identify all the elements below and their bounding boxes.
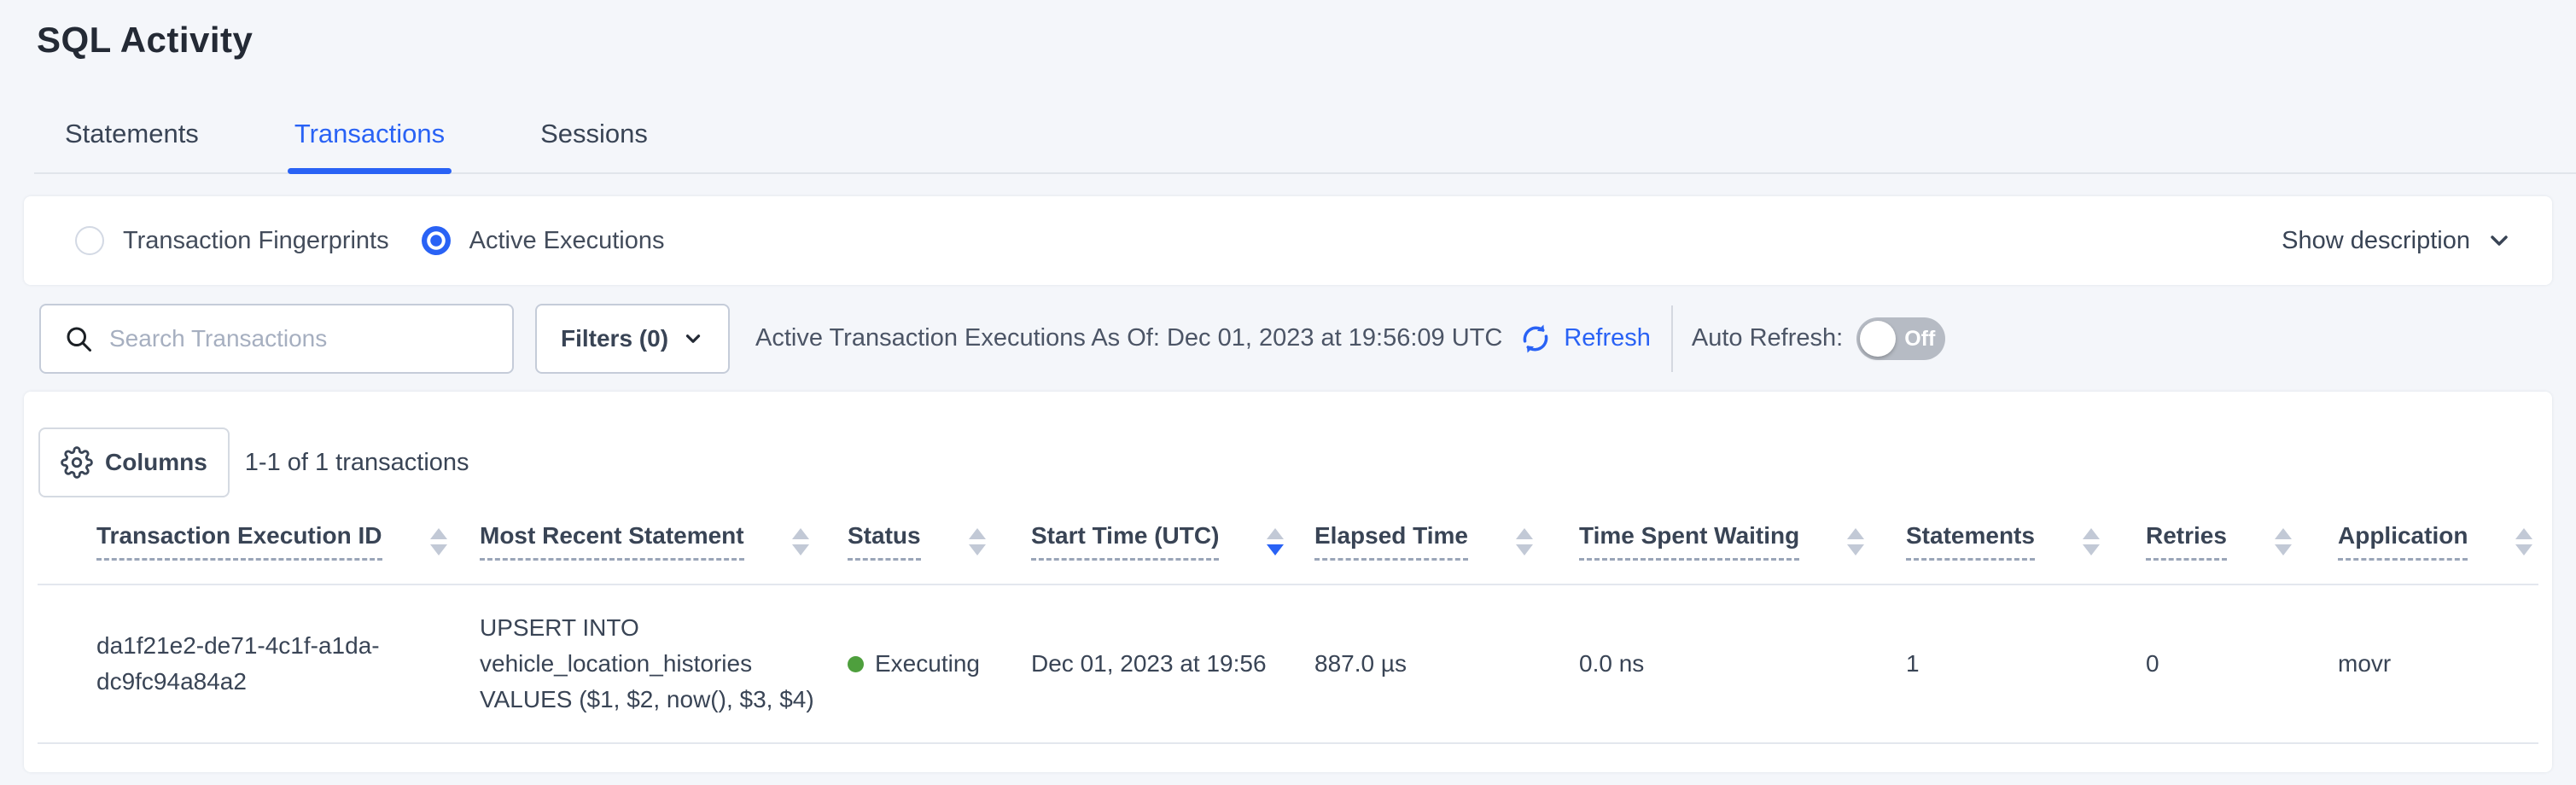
header-elapsed-time[interactable]: Elapsed Time [1314,499,1579,584]
header-transaction-execution-id[interactable]: Transaction Execution ID [38,499,480,584]
auto-refresh-label: Auto Refresh: [1692,324,1843,352]
show-description-toggle[interactable]: Show description [2282,227,2513,255]
results-count: 1-1 of 1 transactions [245,449,469,477]
radio-selected-icon [422,226,451,255]
columns-button[interactable]: Columns [38,427,230,497]
sort-icon[interactable] [1516,528,1533,555]
tab-sessions[interactable]: Sessions [540,118,648,172]
cell-transaction-execution-id: da1f21e2-de71-4c1f-a1da-dc9fc94a84a2 [38,584,480,743]
sort-icon[interactable] [1847,528,1864,555]
tab-statements[interactable]: Statements [65,118,199,172]
cell-statements: 1 [1906,584,2146,743]
cell-start-time: Dec 01, 2023 at 19:56 [1031,584,1314,743]
table-header-row: Transaction Execution ID Most Recent Sta… [38,499,2538,584]
header-status[interactable]: Status [848,499,1031,584]
sort-icon-active-desc[interactable] [1267,528,1284,555]
header-retries[interactable]: Retries [2146,499,2338,584]
columns-button-label: Columns [105,449,207,476]
sort-icon[interactable] [792,528,809,555]
sort-icon[interactable] [969,528,986,555]
search-icon [63,323,94,354]
toolbar: Filters (0) Active Transaction Execution… [0,285,2576,392]
radio-active-executions[interactable]: Active Executions [422,226,665,255]
header-start-time[interactable]: Start Time (UTC) [1031,499,1314,584]
radio-label: Transaction Fingerprints [123,227,389,255]
header-most-recent-statement[interactable]: Most Recent Statement [480,499,848,584]
gear-icon [61,446,93,479]
header-application[interactable]: Application [2338,499,2538,584]
status-executing-dot [848,656,864,672]
search-box [39,304,514,374]
table-row[interactable]: da1f21e2-de71-4c1f-a1da-dc9fc94a84a2 UPS… [38,584,2538,743]
radio-transaction-fingerprints[interactable]: Transaction Fingerprints [75,226,389,255]
page-title: SQL Activity [37,19,2576,61]
cell-application: movr [2338,584,2538,743]
sort-icon[interactable] [2275,528,2292,555]
radio-label: Active Executions [469,227,665,255]
view-selector-panel: Transaction Fingerprints Active Executio… [24,196,2552,285]
cell-retries: 0 [2146,584,2338,743]
results-bar: Columns 1-1 of 1 transactions [24,392,2552,497]
tab-transactions[interactable]: Transactions [294,118,445,172]
transactions-table: Transaction Execution ID Most Recent Sta… [38,499,2538,744]
show-description-label: Show description [2282,227,2470,255]
search-input[interactable] [109,325,495,352]
toggle-knob [1860,321,1896,357]
toggle-state-label: Off [1904,317,1935,360]
radio-unselected-icon [75,226,104,255]
tab-bar: Statements Transactions Sessions [34,118,2576,174]
cell-most-recent-statement: UPSERT INTO vehicle_location_histories V… [480,584,848,743]
refresh-button[interactable]: Refresh [1518,321,1651,357]
sql-activity-page: SQL Activity Statements Transactions Ses… [0,19,2576,772]
cell-status: Executing [848,584,1031,743]
header-statements[interactable]: Statements [1906,499,2146,584]
refresh-label: Refresh [1564,324,1651,352]
filters-button[interactable]: Filters (0) [535,304,730,374]
chevron-down-icon [682,328,704,350]
sort-icon[interactable] [2083,528,2100,555]
chevron-down-icon [2486,227,2513,254]
cell-time-spent-waiting: 0.0 ns [1579,584,1906,743]
sort-icon[interactable] [430,528,447,555]
as-of-text: Active Transaction Executions As Of: Dec… [755,324,1502,352]
header-time-spent-waiting[interactable]: Time Spent Waiting [1579,499,1906,584]
filters-label: Filters (0) [561,325,668,352]
auto-refresh-toggle[interactable]: Off [1856,317,1945,360]
results-panel: Columns 1-1 of 1 transactions Transactio… [24,392,2552,772]
toolbar-divider [1671,305,1673,372]
status-label: Executing [875,646,980,682]
cell-elapsed-time: 887.0 µs [1314,584,1579,743]
sort-icon[interactable] [2515,528,2532,555]
refresh-icon [1518,321,1553,357]
